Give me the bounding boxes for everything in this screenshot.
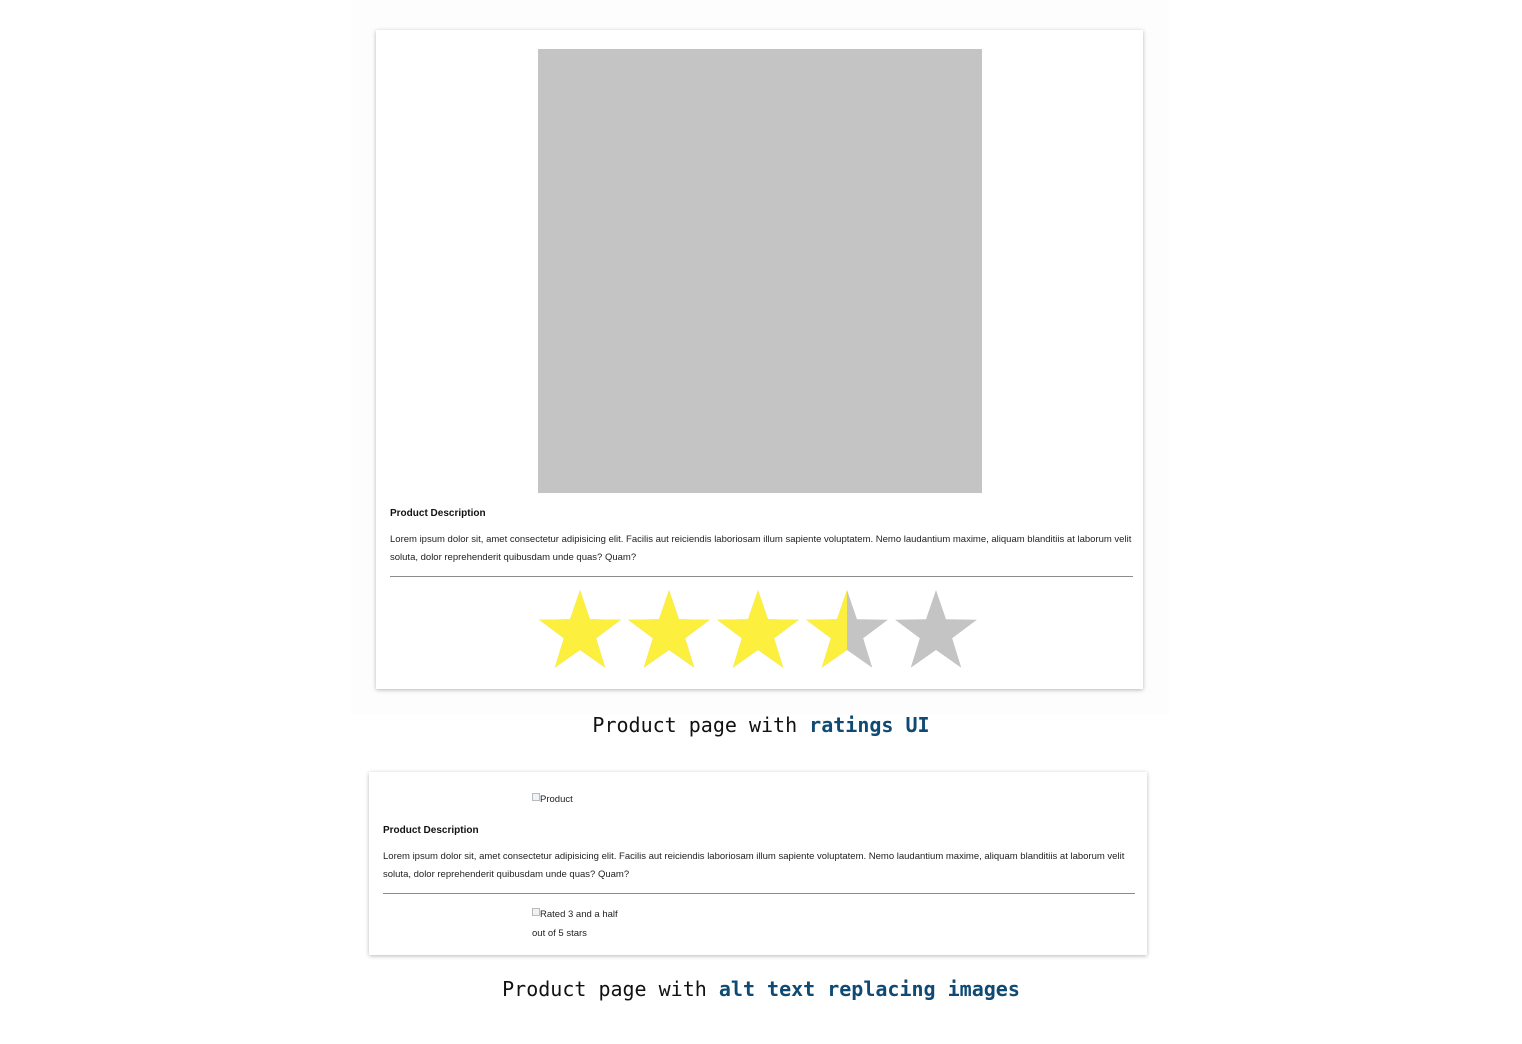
- product-image-alt-text: Product: [540, 794, 573, 805]
- caption-prefix: Product page with: [502, 977, 719, 1001]
- star-empty-5: [895, 590, 977, 668]
- star-filled-2: [628, 590, 710, 668]
- star-rating: [539, 590, 977, 668]
- product-description-text: Lorem ipsum dolor sit, amet consectetur …: [383, 851, 1125, 880]
- caption-ratings-ui: Product page with ratings UI: [0, 713, 1522, 737]
- caption-highlight: ratings UI: [809, 713, 930, 737]
- product-page-alt-text: Product Product Description Lorem ipsum …: [369, 772, 1147, 955]
- divider: [390, 576, 1133, 577]
- product-description-text: Lorem ipsum dolor sit, amet consectetur …: [390, 534, 1132, 563]
- rating-image-alt: Rated 3 and a half out of 5 stars: [532, 905, 622, 943]
- product-image-placeholder: [538, 49, 982, 493]
- product-page-ratings: Product Description Lorem ipsum dolor si…: [376, 30, 1143, 689]
- star-filled-3: [717, 590, 799, 668]
- caption-alt-text: Product page with alt text replacing ima…: [0, 977, 1522, 1001]
- product-image-alt: Product: [532, 790, 573, 809]
- caption-prefix: Product page with: [592, 713, 810, 737]
- rating-image-alt-text: Rated 3 and a half out of 5 stars: [532, 909, 618, 939]
- product-description-heading: Product Description: [390, 508, 486, 519]
- divider: [383, 893, 1135, 894]
- star-filled-1: [539, 590, 621, 668]
- caption-highlight: alt text replacing images: [718, 977, 1020, 1001]
- broken-image-icon: [532, 908, 540, 916]
- product-description-heading: Product Description: [383, 825, 479, 836]
- broken-image-icon: [532, 793, 540, 801]
